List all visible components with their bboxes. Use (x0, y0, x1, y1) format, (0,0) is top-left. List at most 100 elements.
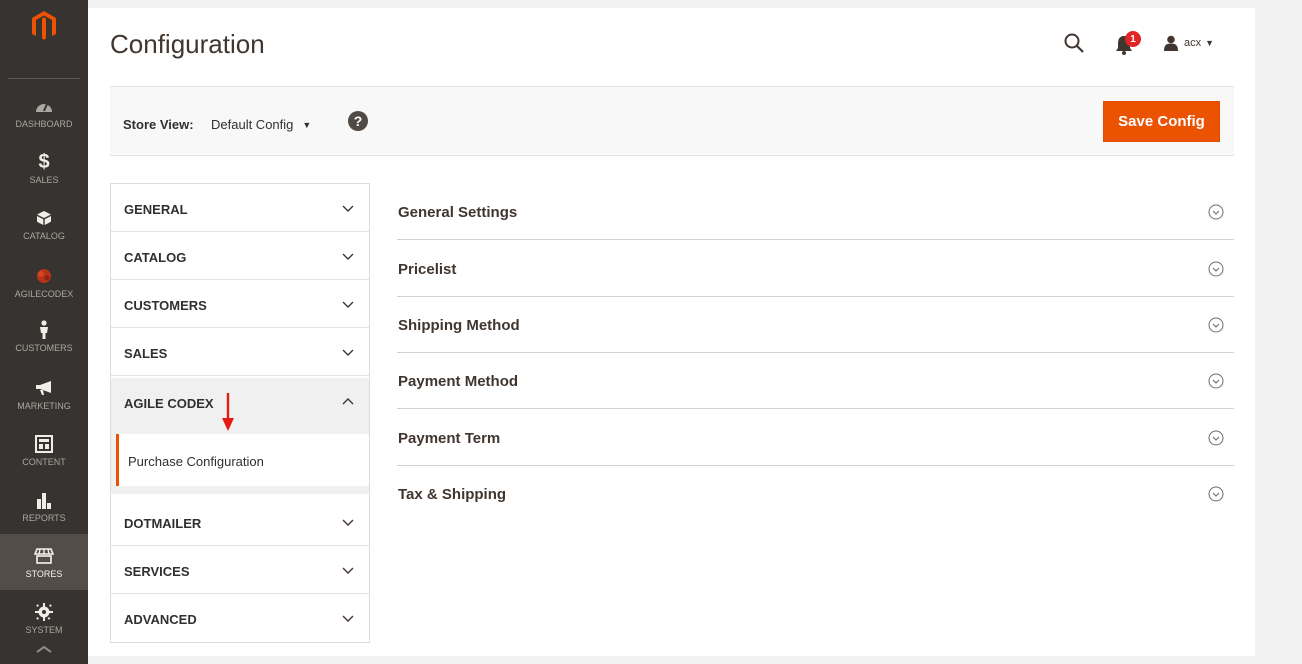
dollar-icon: $ (38, 150, 50, 173)
chevron-down-icon (342, 519, 354, 526)
search-icon (1064, 33, 1084, 53)
chevron-down-icon (342, 615, 354, 622)
notifications-button[interactable]: 1 (1114, 31, 1144, 55)
nav-more-partial[interactable] (0, 644, 88, 664)
nav-stores-label: STORES (25, 569, 63, 579)
expand-circle-icon (1208, 430, 1224, 446)
user-icon (1164, 35, 1178, 51)
nav-marketing[interactable]: MARKETING (0, 366, 88, 422)
section-title: Payment Method (398, 373, 519, 390)
gear-icon (35, 601, 53, 623)
logo-divider (8, 78, 80, 79)
tab-label: AGILE CODEX (124, 396, 214, 411)
username: acx (1184, 37, 1202, 49)
expand-circle-icon (1208, 261, 1224, 277)
megaphone-icon (34, 377, 54, 399)
section-title: Pricelist (398, 261, 457, 278)
customers-icon (38, 319, 50, 341)
save-config-button[interactable]: Save Config (1103, 101, 1220, 142)
tab-label: SALES (124, 346, 168, 361)
nav-agilecodex[interactable]: AGILECODEX (0, 254, 88, 310)
notification-count-badge: 1 (1125, 31, 1141, 47)
tab-services[interactable]: SERVICES (111, 546, 369, 594)
agilecodex-icon (34, 265, 54, 287)
tab-dotmailer[interactable]: DOTMAILER (111, 498, 369, 546)
config-tabs: GENERAL CATALOG CUSTOMERS SALES AGILE CO… (110, 183, 370, 643)
tab-customers[interactable]: CUSTOMERS (111, 280, 369, 328)
tab-label: CUSTOMERS (124, 298, 207, 313)
bar-chart-icon (36, 489, 52, 511)
nav-content-label: CONTENT (22, 457, 66, 467)
global-search-button[interactable] (1063, 32, 1085, 54)
catalog-box-icon (36, 207, 52, 229)
frame-right (1255, 0, 1302, 664)
partial-nav-icon (36, 645, 52, 653)
nav-agilecodex-label: AGILECODEX (14, 289, 74, 299)
chevron-down-icon (342, 349, 354, 356)
store-view-bar: Store View: Default Config ▼ ? Save Conf… (110, 86, 1234, 156)
stores-icon (34, 545, 54, 567)
section-title: Payment Term (398, 430, 501, 447)
content-icon (35, 433, 53, 455)
magento-logo[interactable] (0, 10, 88, 70)
nav-content[interactable]: CONTENT (0, 422, 88, 478)
nav-catalog-label: CATALOG (23, 231, 65, 241)
red-arrow-annotation (222, 393, 234, 431)
page-title: Configuration (110, 29, 265, 59)
dashboard-icon (35, 95, 53, 117)
tab-general[interactable]: GENERAL (111, 184, 369, 232)
chevron-down-icon (342, 253, 354, 260)
user-account-menu[interactable]: acx ▼ (1163, 33, 1214, 53)
tab-agile-codex[interactable]: AGILE CODEX (111, 378, 369, 426)
store-view-value: Default Config (211, 117, 294, 132)
nav-system[interactable]: SYSTEM (0, 590, 88, 646)
purchase-configuration-label: Purchase Configuration (128, 454, 264, 469)
tab-label: GENERAL (124, 202, 188, 217)
agile-codex-submenu: Purchase Configuration (111, 426, 369, 494)
nav-reports-label: REPORTS (22, 513, 66, 523)
tab-advanced[interactable]: ADVANCED (111, 594, 369, 642)
nav-system-label: SYSTEM (25, 625, 63, 635)
nav-sales-label: SALES (29, 175, 59, 185)
tab-label: CATALOG (124, 250, 187, 265)
nav-dashboard[interactable]: DASHBOARD (0, 84, 88, 140)
chevron-down-icon (342, 205, 354, 212)
frame-top (88, 0, 1255, 8)
magento-logo-icon (32, 11, 56, 40)
nav-dashboard-label: DASHBOARD (15, 119, 73, 129)
nav-stores[interactable]: STORES (0, 534, 88, 590)
frame-bottom (88, 656, 1255, 664)
user-menu-caret-icon: ▼ (1205, 38, 1215, 48)
chevron-down-icon (342, 301, 354, 308)
expand-circle-icon (1208, 204, 1224, 220)
tab-sales[interactable]: SALES (111, 328, 369, 376)
help-icon[interactable]: ? (348, 111, 368, 131)
chevron-down-icon (342, 567, 354, 574)
section-title: Tax & Shipping (398, 486, 507, 503)
section-tax-shipping[interactable]: Tax & Shipping (397, 465, 1234, 522)
expand-circle-icon (1208, 486, 1224, 502)
nav-reports[interactable]: REPORTS (0, 478, 88, 534)
store-view-switcher[interactable]: Default Config ▼ (211, 117, 311, 132)
tab-catalog[interactable]: CATALOG (111, 232, 369, 280)
section-title: Shipping Method (398, 317, 520, 334)
expand-circle-icon (1208, 317, 1224, 333)
nav-customers-label: CUSTOMERS (15, 343, 73, 353)
nav-customers[interactable]: CUSTOMERS (0, 308, 88, 364)
tab-label: ADVANCED (124, 612, 197, 627)
purchase-configuration-link[interactable]: Purchase Configuration (116, 434, 369, 486)
admin-sidebar: DASHBOARD $ SALES CATALOG AGILECODEX CUS… (0, 0, 88, 664)
section-pricelist[interactable]: Pricelist (397, 240, 1234, 297)
section-shipping-method[interactable]: Shipping Method (397, 296, 1234, 353)
section-payment-method[interactable]: Payment Method (397, 352, 1234, 409)
store-view-caret-icon: ▼ (302, 119, 312, 130)
store-view-label: Store View: (123, 117, 194, 132)
tab-label: DOTMAILER (124, 516, 202, 531)
section-general-settings[interactable]: General Settings (397, 183, 1234, 240)
nav-sales[interactable]: $ SALES (0, 140, 88, 196)
nav-catalog[interactable]: CATALOG (0, 196, 88, 252)
nav-marketing-label: MARKETING (17, 401, 71, 411)
section-payment-term[interactable]: Payment Term (397, 409, 1234, 466)
tab-label: SERVICES (124, 564, 190, 579)
section-title: General Settings (398, 204, 518, 221)
